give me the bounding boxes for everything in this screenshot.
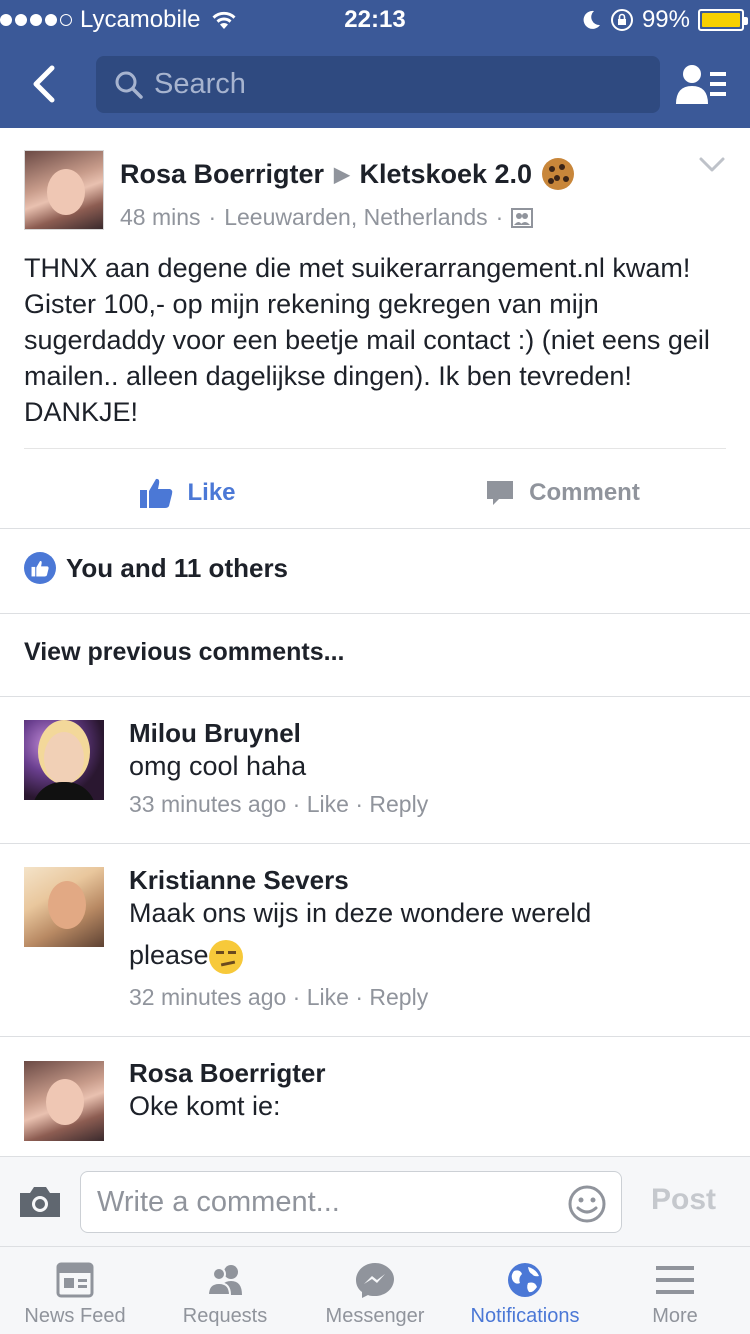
battery-icon [698,9,748,31]
requests-icon [206,1265,242,1296]
chevron-down-icon[interactable] [698,156,726,174]
search-bar[interactable] [96,56,660,113]
post-location[interactable]: Leeuwarden, Netherlands [224,204,487,231]
search-input[interactable] [154,68,634,101]
divider [0,843,750,844]
meta-separator: · [355,791,363,817]
comment-text: Maak ons wijs in deze wondere wereld ple… [129,893,689,975]
post-group[interactable]: Kletskoek 2.0 [359,159,532,190]
moon-icon [583,10,600,29]
like-label: Like [187,479,236,506]
meta-separator: · [292,791,301,817]
meta-separator: · [292,984,301,1010]
post-meta: 48 mins · Leeuwarden, Netherlands · [120,204,534,231]
battery-percent: 99% [641,6,690,33]
news-feed-icon [56,1262,94,1298]
comment-author[interactable]: Rosa Boerrigter [129,1058,326,1089]
comment-composer: Post [0,1156,750,1246]
smiley-icon[interactable] [567,1184,607,1224]
likes-summary[interactable]: You and 11 others [24,552,288,584]
comment-reply-link[interactable]: Reply [369,791,428,817]
tab-label: Requests [182,1305,268,1327]
comment-box[interactable] [80,1171,622,1233]
smirk-emoji-icon [208,939,243,974]
avatar[interactable] [24,150,104,230]
menu-icon [656,1266,694,1294]
view-previous-comments-link[interactable]: View previous comments... [24,638,344,667]
tab-news-feed[interactable]: News Feed [0,1247,150,1334]
rotation-lock-icon [610,9,633,31]
comment-meta: 33 minutes ago · Like · Reply [129,791,428,818]
meta-separator: · [208,204,217,230]
comment-time[interactable]: 33 minutes ago [129,791,286,817]
comment-text-line: Maak ons wijs in deze wondere wereld [129,898,592,928]
cookie-emoji-icon [542,158,575,190]
nav-bar [0,40,750,128]
post-time[interactable]: 48 mins [120,204,201,231]
meta-separator: · [355,984,363,1010]
comment-bubble-icon [487,481,514,505]
comment-author[interactable]: Milou Bruynel [129,718,301,749]
like-button[interactable]: Like [0,458,375,528]
globe-icon [508,1263,542,1297]
avatar[interactable] [24,1061,104,1141]
likes-text: You and 11 others [66,552,289,583]
comment-text-line: please [129,935,689,975]
comment-like-link[interactable]: Like [307,984,349,1010]
comment-like-link[interactable]: Like [307,791,349,817]
divider [24,448,726,449]
status-icons: 99% [582,6,748,34]
comment-text-end: please [129,940,209,970]
divider [0,696,750,697]
tab-label: More [652,1305,698,1327]
battery-level [702,13,740,27]
thumbs-up-icon [140,478,173,508]
divider [0,613,750,614]
back-arrow-icon[interactable] [26,62,66,106]
tab-bar: News Feed Requests Messenger Notificatio… [0,1246,750,1334]
post-actions: Like Comment [0,458,750,528]
divider [0,528,750,529]
avatar[interactable] [24,867,104,947]
avatar[interactable] [24,720,104,800]
arrow-right-icon: ▶ [334,163,350,186]
comment-meta: 32 minutes ago · Like · Reply [129,984,428,1011]
comment-label: Comment [529,479,640,506]
comment-text: Oke komt ie: [129,1091,281,1121]
tab-label: News Feed [24,1305,126,1327]
tab-notifications[interactable]: Notifications [450,1247,600,1334]
comment-reply-link[interactable]: Reply [369,984,428,1010]
camera-icon[interactable] [18,1185,62,1219]
post-header: Rosa Boerrigter ▶ Kletskoek 2.0 [120,158,575,190]
status-bar: Lycamobile 22:13 99% [0,0,750,40]
comment-text: omg cool haha [129,751,307,781]
like-reaction-icon [24,552,56,584]
tab-messenger[interactable]: Messenger [300,1247,450,1334]
tab-requests[interactable]: Requests [150,1247,300,1334]
tab-label: Messenger [325,1305,425,1327]
post-button[interactable]: Post [651,1183,716,1217]
comment-input[interactable] [97,1184,547,1220]
post-body: THNX aan degene die met suikerarrangemen… [24,253,710,427]
comment-button[interactable]: Comment [375,458,750,528]
post-author[interactable]: Rosa Boerrigter [120,159,324,190]
search-icon [115,71,143,99]
tab-more[interactable]: More [600,1247,750,1334]
messenger-icon [356,1263,394,1298]
comment-time[interactable]: 32 minutes ago [129,984,286,1010]
tab-label: Notifications [470,1305,580,1327]
divider [0,1036,750,1037]
group-audience-icon [511,207,534,228]
friends-list-icon[interactable] [676,62,728,106]
comment-author[interactable]: Kristianne Severs [129,865,349,896]
meta-separator: · [495,204,504,230]
